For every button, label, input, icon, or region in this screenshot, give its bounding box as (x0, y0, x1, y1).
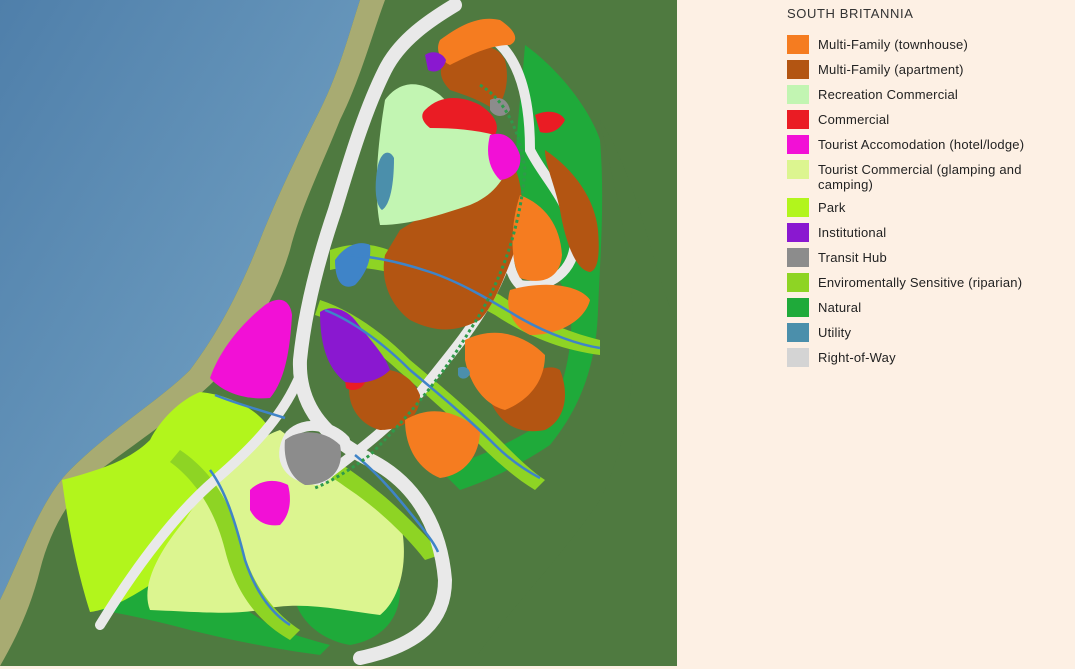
zoning-map[interactable] (0, 0, 677, 666)
legend-label: Utility (818, 325, 852, 340)
legend-label: Commercial (818, 112, 890, 127)
legend-item: Commercial (787, 110, 1072, 129)
legend-item: Transit Hub (787, 248, 1072, 267)
legend-item: Multi-Family (townhouse) (787, 35, 1072, 54)
legend-swatch (787, 160, 809, 179)
legend-item: Recreation Commercial (787, 85, 1072, 104)
legend-item: Utility (787, 323, 1072, 342)
legend-item: Institutional (787, 223, 1072, 242)
legend-item: Natural (787, 298, 1072, 317)
legend-label: Recreation Commercial (818, 87, 959, 102)
legend-item: Enviromentally Sensitive (riparian) (787, 273, 1072, 292)
legend-item: Tourist Accomodation (hotel/lodge) (787, 135, 1072, 154)
legend-swatch (787, 198, 809, 217)
legend-items: Multi-Family (townhouse) Multi-Family (a… (787, 35, 1072, 367)
legend-swatch (787, 323, 809, 342)
legend-swatch (787, 135, 809, 154)
legend-label: Natural (818, 300, 862, 315)
legend-swatch (787, 60, 809, 79)
legend-item: Multi-Family (apartment) (787, 60, 1072, 79)
legend-swatch (787, 298, 809, 317)
legend-label: Multi-Family (apartment) (818, 62, 964, 77)
legend-swatch (787, 273, 809, 292)
legend-label: Institutional (818, 225, 887, 240)
legend-label: Right-of-Way (818, 350, 896, 365)
legend-swatch (787, 110, 809, 129)
legend-label: Enviromentally Sensitive (riparian) (818, 275, 1023, 290)
legend-swatch (787, 348, 809, 367)
legend-label: Transit Hub (818, 250, 887, 265)
legend-swatch (787, 85, 809, 104)
legend-label: Tourist Commercial (glamping and camping… (818, 162, 1022, 192)
legend-label: Multi-Family (townhouse) (818, 37, 969, 52)
legend-swatch (787, 223, 809, 242)
legend-item: Right-of-Way (787, 348, 1072, 367)
legend-item: Tourist Commercial (glamping and camping… (787, 160, 1072, 192)
legend: SOUTH BRITANNIA Multi-Family (townhouse)… (787, 6, 1072, 373)
legend-item: Park (787, 198, 1072, 217)
legend-swatch (787, 35, 809, 54)
legend-label: Tourist Accomodation (hotel/lodge) (818, 137, 1025, 152)
legend-title: SOUTH BRITANNIA (787, 6, 914, 21)
legend-label: Park (818, 200, 846, 215)
legend-swatch (787, 248, 809, 267)
